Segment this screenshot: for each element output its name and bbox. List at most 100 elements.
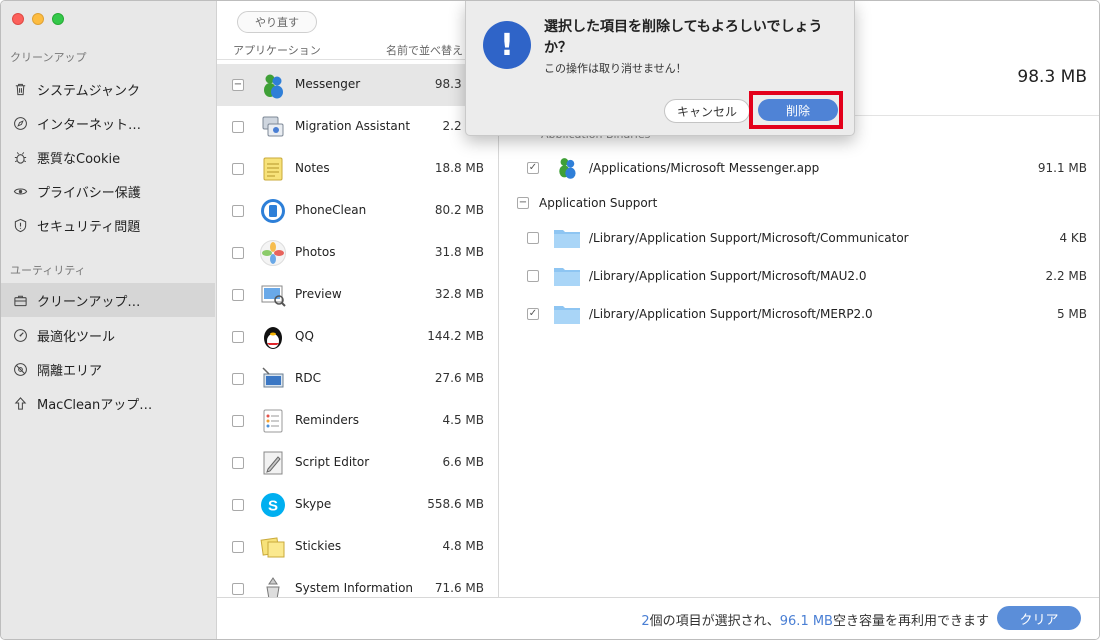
compass-icon xyxy=(12,115,28,131)
file-row-support[interactable]: /Library/Application Support/Microsoft/C… xyxy=(527,224,1087,252)
sidebar-item-system-junk[interactable]: システムジャンク xyxy=(1,72,215,106)
messenger-icon xyxy=(559,158,576,179)
clear-button[interactable]: クリア xyxy=(997,606,1081,630)
summary-text: 個の項目が選択され、 xyxy=(649,614,780,629)
folder-icon xyxy=(554,268,580,286)
group-label: Application Support xyxy=(539,196,658,210)
migration-assistant-icon xyxy=(262,116,284,137)
sidebar-item-update[interactable]: MacCleanアップ… xyxy=(1,386,215,420)
sidebar-item-label: 最適化ツール xyxy=(37,329,116,345)
skype-icon: S xyxy=(261,493,285,517)
group-checkbox[interactable]: − xyxy=(517,197,529,209)
sidebar-item-quarantine[interactable]: 隔離エリア xyxy=(1,352,215,386)
app-row-phoneclean[interactable]: PhoneClean 80.2 MB xyxy=(217,190,498,232)
delete-button[interactable]: 削除 xyxy=(758,99,838,121)
app-name: Notes xyxy=(295,161,330,175)
app-row-migration-assistant[interactable]: Migration Assistant 2.2 MB xyxy=(217,106,498,148)
app-size: 32.8 MB xyxy=(434,287,484,301)
file-size: 4 KB xyxy=(1059,231,1087,245)
column-header-app[interactable]: アプリケーション xyxy=(233,42,321,58)
app-name: Preview xyxy=(295,287,342,301)
app-checkbox[interactable]: − xyxy=(232,79,244,91)
window-controls xyxy=(12,13,64,25)
sidebar-item-optimizer[interactable]: 最適化ツール xyxy=(1,318,215,352)
app-size: 80.2 MB xyxy=(434,203,484,217)
app-row-system-information[interactable]: System Information 71.6 MB xyxy=(217,568,498,597)
reclaim-size: 96.1 MB xyxy=(779,614,833,629)
sidebar-item-privacy[interactable]: プライバシー保護 xyxy=(1,174,215,208)
sidebar-item-security[interactable]: セキュリティ問題 xyxy=(1,208,215,242)
app-checkbox[interactable] xyxy=(232,163,244,175)
app-row-preview[interactable]: Preview 32.8 MB xyxy=(217,274,498,316)
app-checkbox[interactable] xyxy=(232,415,244,427)
notes-icon xyxy=(263,157,283,181)
app-row-reminders[interactable]: Reminders 4.5 MB xyxy=(217,400,498,442)
zoom-window-button[interactable] xyxy=(52,13,64,25)
app-checkbox[interactable] xyxy=(232,247,244,259)
app-row-rdc[interactable]: RDC 27.6 MB xyxy=(217,358,498,400)
upload-arrow-icon xyxy=(12,395,28,411)
file-checkbox[interactable]: ✓ xyxy=(527,162,539,174)
file-row-support[interactable]: ✓ /Library/Application Support/Microsoft… xyxy=(527,300,1087,328)
total-size: 98.3 MB xyxy=(1017,67,1087,87)
sort-by-name[interactable]: 名前で並べ替え xyxy=(386,42,463,58)
file-checkbox[interactable] xyxy=(527,270,539,282)
file-checkbox[interactable] xyxy=(527,232,539,244)
sidebar-item-app-cleanup[interactable]: クリーンアップ… xyxy=(1,283,215,317)
file-row-binary[interactable]: ✓ /Applications/Microsoft Messenger.app … xyxy=(527,154,1087,182)
app-size: 71.6 MB xyxy=(434,581,484,595)
app-row-stickies[interactable]: Stickies 4.8 MB xyxy=(217,526,498,568)
file-size: 91.1 MB xyxy=(1037,161,1087,175)
app-checkbox[interactable] xyxy=(232,331,244,343)
group-application-support[interactable]: − Application Support xyxy=(517,196,657,210)
footer: 2個の項目が選択され、96.1 MB空き容量を再利用できます クリア xyxy=(217,597,1099,639)
app-checkbox[interactable] xyxy=(232,541,244,553)
app-size: 27.6 MB xyxy=(434,371,484,385)
bug-icon xyxy=(12,149,28,165)
app-name: Reminders xyxy=(295,413,359,427)
script-editor-icon xyxy=(263,451,283,475)
phoneclean-icon xyxy=(261,199,285,223)
sidebar-item-internet[interactable]: インターネット… xyxy=(1,106,215,140)
app-name: Script Editor xyxy=(295,455,370,469)
section-title-cleanup: クリーンアップ xyxy=(10,51,87,64)
app-checkbox[interactable] xyxy=(232,121,244,133)
close-window-button[interactable] xyxy=(12,13,24,25)
app-row-messenger[interactable]: − Messenger 98.3 MB xyxy=(217,64,498,106)
redo-button[interactable]: やり直す xyxy=(237,11,317,33)
app-window: クリーンアップ システムジャンク インターネット… 悪質なCookie プライバ… xyxy=(0,0,1100,640)
app-name: System Information xyxy=(295,581,414,595)
app-row-script-editor[interactable]: Script Editor 6.6 MB xyxy=(217,442,498,484)
file-row-support[interactable]: /Library/Application Support/Microsoft/M… xyxy=(527,262,1087,290)
briefcase-icon xyxy=(12,292,28,308)
app-checkbox[interactable] xyxy=(232,289,244,301)
section-title-utility: ユーティリティ xyxy=(10,264,86,277)
file-checkbox[interactable]: ✓ xyxy=(527,308,539,320)
app-row-skype[interactable]: S Skype 558.6 MB xyxy=(217,484,498,526)
app-row-qq[interactable]: QQ 144.2 MB xyxy=(217,316,498,358)
app-checkbox[interactable] xyxy=(232,373,244,385)
app-size: 6.6 MB xyxy=(442,455,484,469)
app-row-photos[interactable]: Photos 31.8 MB xyxy=(217,232,498,274)
app-size: 144.2 MB xyxy=(427,329,484,343)
dialog-message: この操作は取り消せません！ xyxy=(544,62,687,75)
app-checkbox[interactable] xyxy=(232,499,244,511)
rdc-icon xyxy=(262,367,284,388)
app-name: Photos xyxy=(295,245,336,259)
sidebar-item-label: プライバシー保護 xyxy=(37,185,141,201)
sidebar-item-malicious-cookie[interactable]: 悪質なCookie xyxy=(1,140,215,174)
shield-icon xyxy=(12,217,28,233)
folder-icon xyxy=(554,306,580,324)
selected-count: 2 xyxy=(641,614,650,629)
app-row-notes[interactable]: Notes 18.8 MB xyxy=(217,148,498,190)
app-checkbox[interactable] xyxy=(232,583,244,595)
app-checkbox[interactable] xyxy=(232,205,244,217)
qq-penguin-icon xyxy=(264,327,282,349)
cancel-button[interactable]: キャンセル xyxy=(664,99,750,123)
app-checkbox[interactable] xyxy=(232,457,244,469)
file-path: /Library/Application Support/Microsoft/M… xyxy=(589,307,873,321)
selection-summary: 2個の項目が選択され、96.1 MB空き容量を再利用できます xyxy=(641,610,989,629)
sidebar-item-label: セキュリティ問題 xyxy=(37,219,141,235)
minimize-window-button[interactable] xyxy=(32,13,44,25)
sidebar-item-label: インターネット… xyxy=(37,117,142,133)
